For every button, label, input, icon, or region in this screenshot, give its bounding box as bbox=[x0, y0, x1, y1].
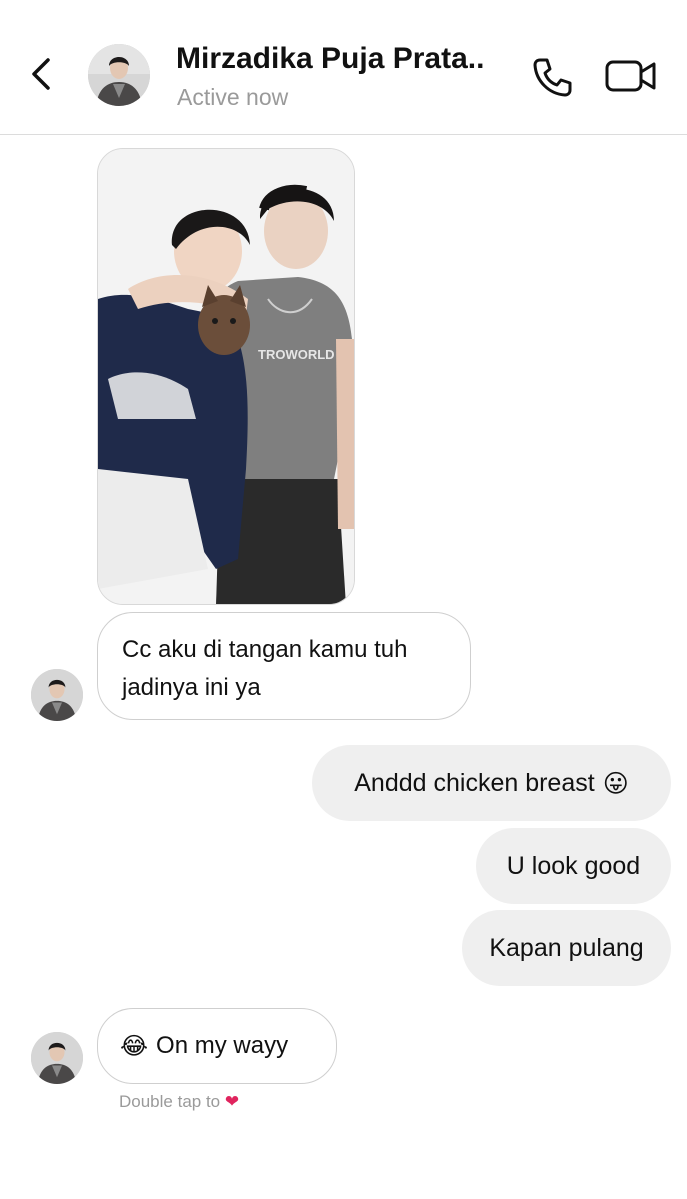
heart-icon: ❤ bbox=[224, 1092, 240, 1112]
contact-avatar[interactable] bbox=[88, 44, 150, 106]
outgoing-message[interactable]: U look good bbox=[476, 828, 671, 904]
shared-photo: TROWORLD bbox=[98, 149, 354, 604]
message-text: Anddd chicken breast bbox=[354, 768, 595, 797]
video-camera-icon bbox=[605, 60, 656, 92]
phone-icon bbox=[533, 58, 572, 97]
svg-text:TROWORLD: TROWORLD bbox=[258, 347, 335, 362]
chat-screen: Mirzadika Puja Prata.. Active now TROWOR… bbox=[0, 0, 687, 1199]
laughing-emoji: 😂 bbox=[120, 1032, 149, 1060]
outgoing-message[interactable]: Anddd chicken breast 😛 bbox=[312, 745, 671, 821]
photo-message[interactable]: TROWORLD bbox=[97, 148, 355, 605]
chat-header: Mirzadika Puja Prata.. Active now bbox=[0, 0, 687, 135]
active-status: Active now bbox=[177, 84, 289, 110]
person-photo bbox=[31, 669, 83, 721]
person-photo bbox=[88, 44, 150, 106]
chevron-left-icon bbox=[32, 58, 50, 90]
voice-call-button[interactable] bbox=[530, 54, 576, 100]
incoming-message[interactable]: 😂 On my wayy bbox=[97, 1008, 337, 1084]
back-button[interactable] bbox=[22, 52, 62, 96]
message-text-line: jadinya ini ya bbox=[122, 674, 261, 701]
message-text: Kapan pulang bbox=[489, 933, 644, 962]
contact-name[interactable]: Mirzadika Puja Prata.. bbox=[176, 42, 484, 76]
double-tap-hint: Double tap to ❤ bbox=[119, 1092, 239, 1112]
hint-text: Double tap to bbox=[119, 1092, 221, 1111]
outgoing-message[interactable]: Kapan pulang bbox=[462, 910, 671, 986]
person-photo bbox=[31, 1032, 83, 1084]
message-text: U look good bbox=[506, 851, 641, 880]
tongue-emoji: 😛 bbox=[602, 768, 629, 798]
sender-avatar[interactable] bbox=[31, 669, 83, 721]
message-text: On my wayy bbox=[156, 1032, 289, 1059]
sender-avatar[interactable] bbox=[31, 1032, 83, 1084]
video-call-button[interactable] bbox=[604, 56, 658, 96]
message-text-line: Cc aku di tangan kamu tuh bbox=[122, 636, 408, 663]
incoming-message[interactable]: Cc aku di tangan kamu tuh jadinya ini ya bbox=[97, 612, 471, 720]
